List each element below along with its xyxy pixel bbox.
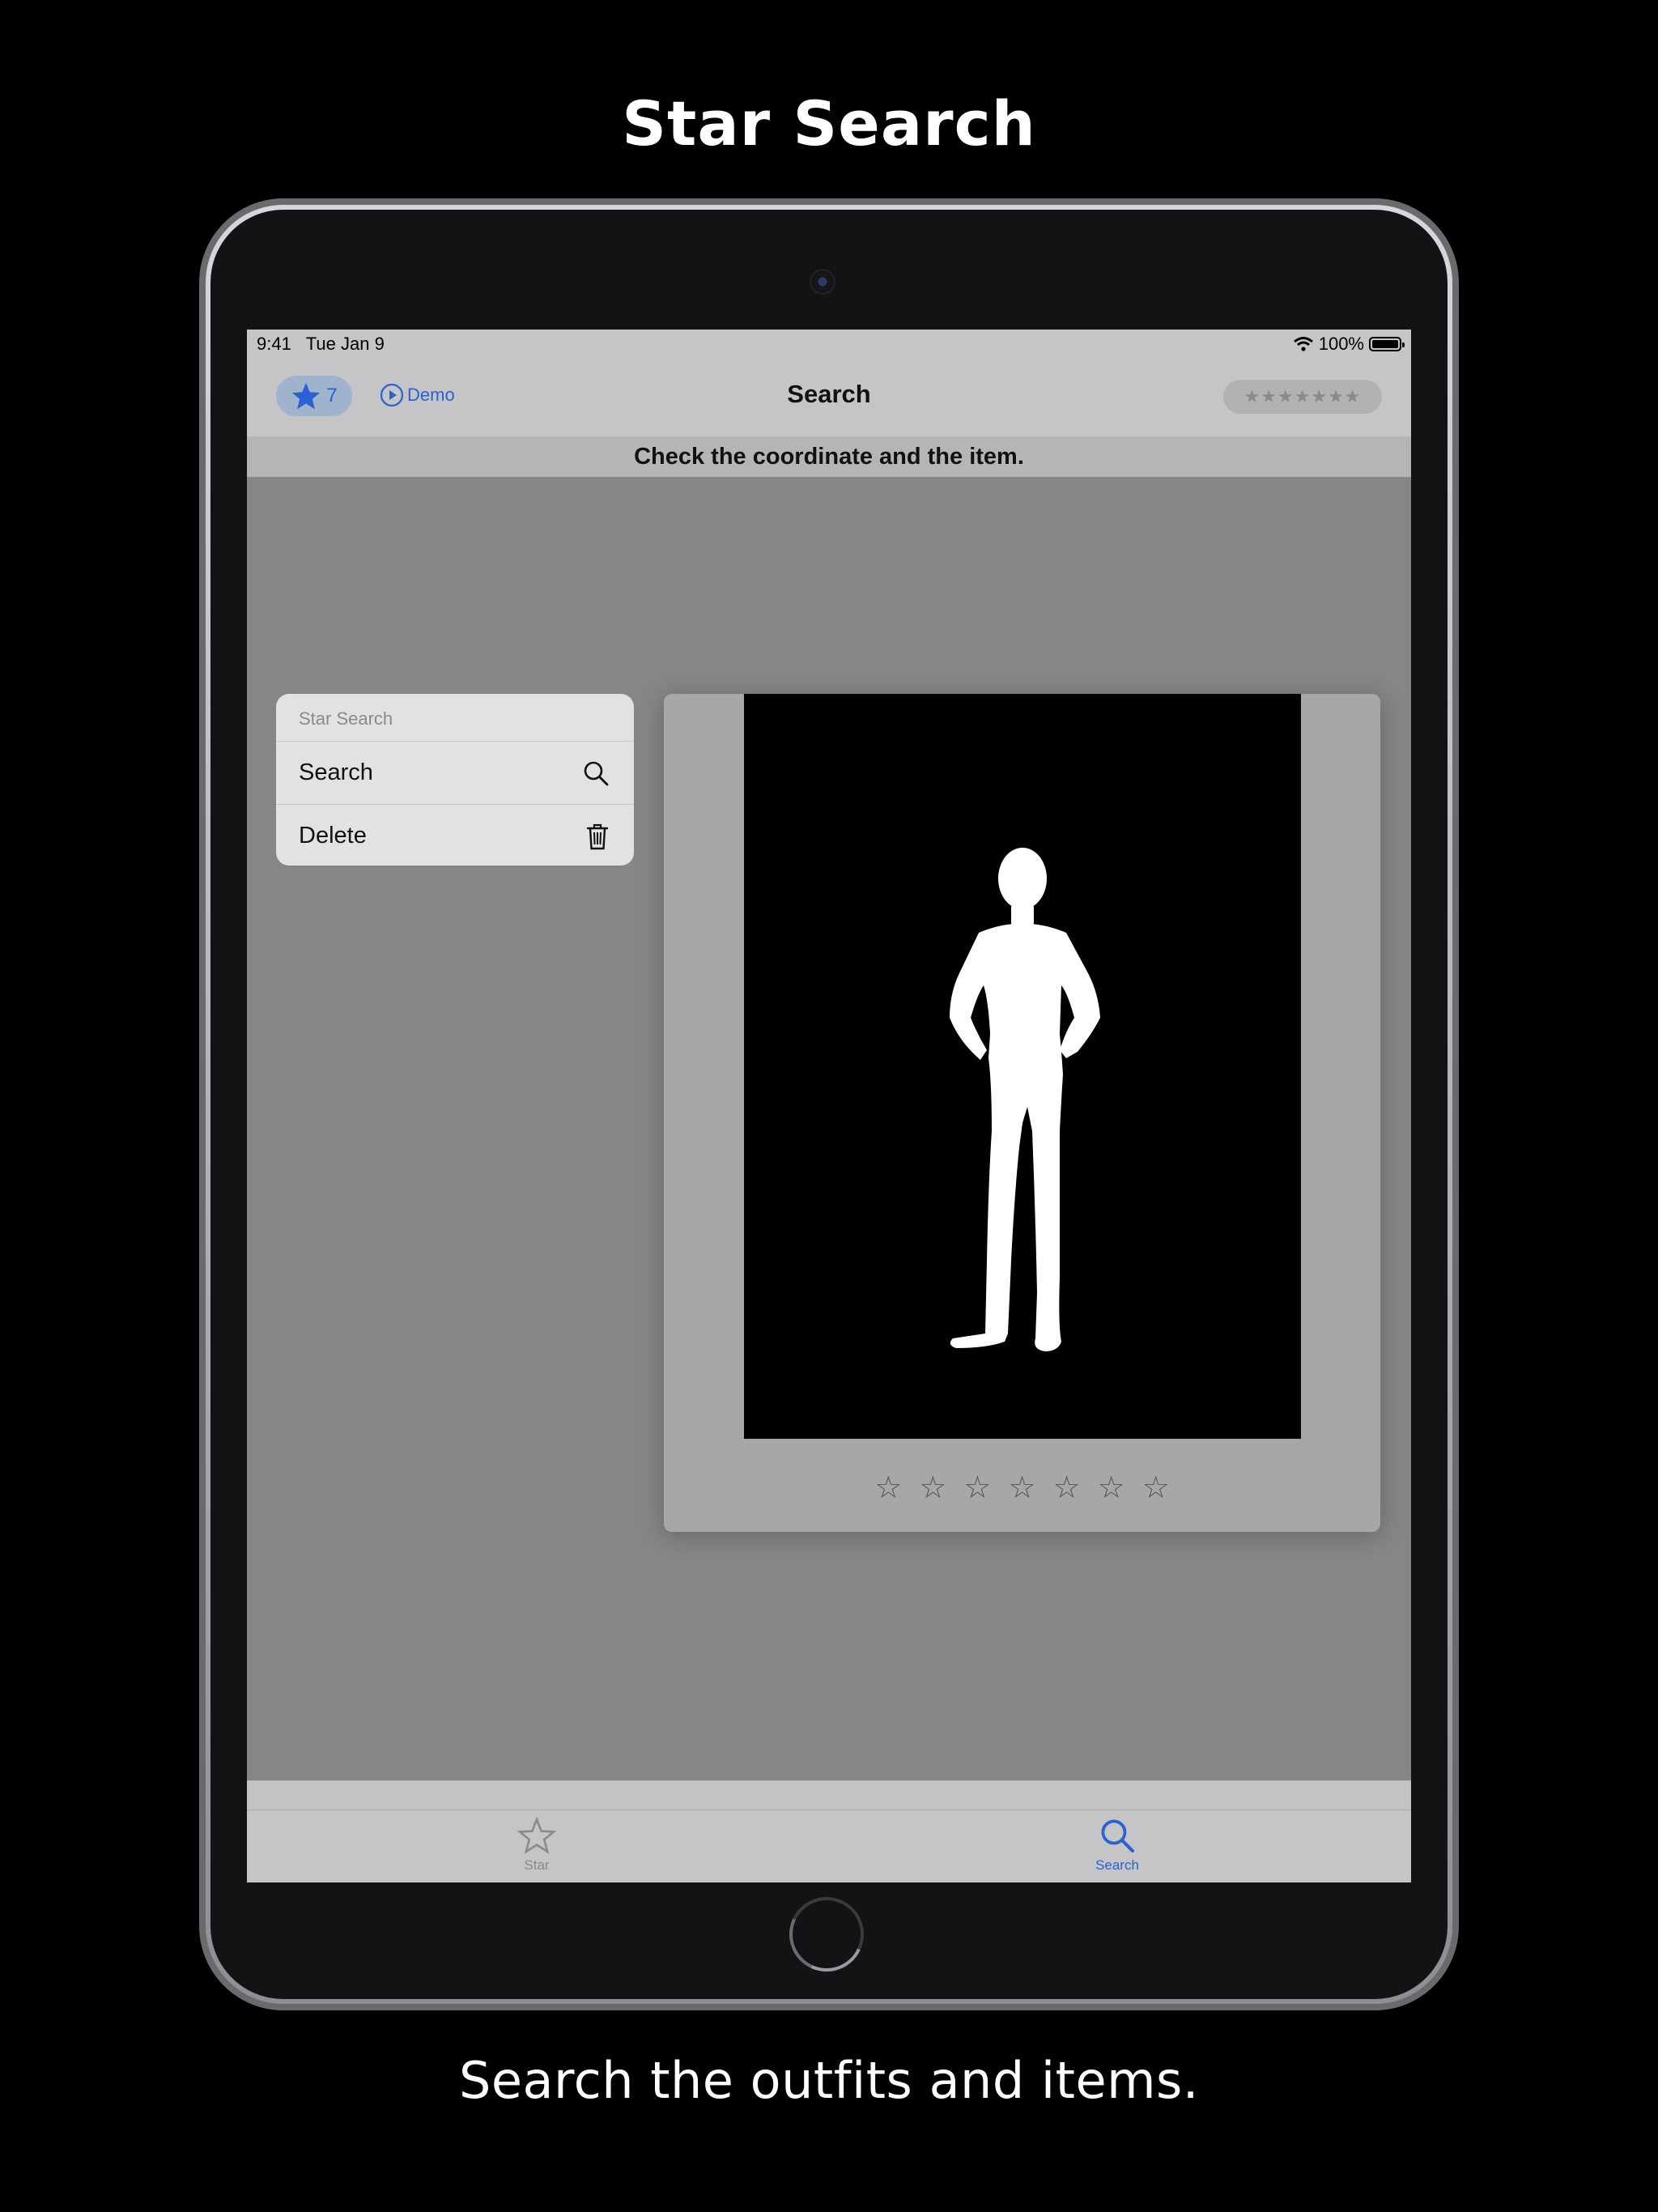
battery-percent: 100% — [1318, 334, 1364, 354]
front-camera-icon — [810, 269, 835, 295]
navigation-bar: 7 Demo Search ★★★★★★★ — [247, 359, 1411, 436]
status-time-date: 9:41 Tue Jan 9 — [257, 334, 385, 355]
app-screen: 9:41 Tue Jan 9 100% 7 Demo Search ★★★★★★… — [247, 330, 1411, 1882]
star-rating[interactable]: ☆☆☆☆☆☆☆ — [664, 1470, 1380, 1506]
star-icon — [517, 1817, 556, 1854]
instruction-banner: Check the coordinate and the item. — [247, 436, 1411, 477]
context-menu-title: Star Search — [276, 694, 634, 742]
outfit-card[interactable]: ☆☆☆☆☆☆☆ — [664, 694, 1380, 1532]
trash-icon — [586, 823, 609, 849]
wifi-icon — [1293, 337, 1313, 351]
tab-label: Star — [524, 1857, 550, 1873]
search-icon — [1101, 1819, 1134, 1853]
menu-item-delete[interactable]: Delete — [276, 805, 634, 866]
status-date: Tue Jan 9 — [305, 334, 385, 354]
status-bar: 9:41 Tue Jan 9 100% — [247, 330, 1411, 359]
status-time: 9:41 — [257, 334, 291, 354]
battery-icon — [1369, 337, 1405, 351]
search-icon — [584, 761, 609, 785]
person-silhouette-image — [950, 848, 1100, 1351]
toolbar-separator — [247, 1780, 1411, 1810]
menu-item-label: Search — [299, 759, 373, 785]
tab-star[interactable]: Star — [480, 1817, 593, 1874]
tab-bar: Star Search — [247, 1810, 1411, 1882]
rating-filter-control[interactable]: ★★★★★★★ — [1223, 380, 1382, 414]
context-menu: Star Search Search Delete — [276, 694, 634, 866]
menu-item-label: Delete — [299, 823, 367, 849]
caption: Search the outfits and items. — [458, 2051, 1199, 2110]
status-indicators: 100% — [1293, 334, 1405, 355]
tab-search[interactable]: Search — [1061, 1817, 1174, 1874]
headline: Star Search — [622, 87, 1036, 160]
menu-item-search[interactable]: Search — [276, 742, 634, 805]
tab-label: Search — [1095, 1857, 1139, 1873]
outfit-photo[interactable] — [744, 694, 1301, 1439]
